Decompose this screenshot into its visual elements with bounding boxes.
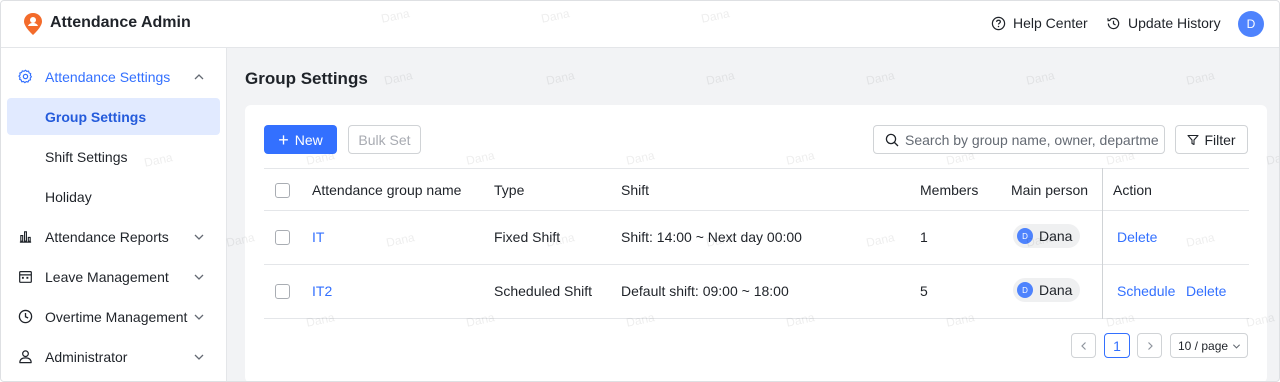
- column-header: Action: [1113, 182, 1152, 198]
- sidebar-item-label: Administrator: [45, 349, 128, 365]
- sidebar-item-label: Overtime Management: [45, 309, 188, 325]
- app-window: Attendance Admin Help Center Update Hist…: [0, 0, 1280, 382]
- location-pin-logo-icon: [24, 13, 42, 35]
- group-name-link[interactable]: IT: [312, 229, 324, 245]
- calendar-icon: [19, 271, 32, 283]
- search-box[interactable]: [873, 125, 1165, 154]
- plus-icon: +: [278, 129, 289, 150]
- watermark: Dana: [704, 68, 736, 88]
- next-page-button[interactable]: [1137, 333, 1162, 358]
- group-members: 5: [920, 283, 928, 299]
- delete-link[interactable]: Delete: [1186, 283, 1226, 299]
- page-title: Group Settings: [245, 69, 368, 88]
- app-title: Attendance Admin: [50, 14, 191, 31]
- person-name: Dana: [1039, 282, 1073, 298]
- prev-page-button[interactable]: [1071, 333, 1096, 358]
- sidebar-item-label: Holiday: [45, 189, 92, 205]
- watermark: Dana: [1024, 68, 1056, 88]
- user-avatar[interactable]: D: [1238, 11, 1264, 37]
- new-button-label: New: [294, 131, 323, 148]
- chevron-down-icon: [194, 314, 204, 320]
- main-person-tag: D Dana: [1013, 224, 1081, 248]
- row-checkbox[interactable]: [275, 230, 290, 245]
- select-all-checkbox[interactable]: [275, 183, 290, 198]
- sidebar-item-label: Attendance Settings: [45, 69, 171, 85]
- action-column-divider: [1102, 168, 1103, 319]
- sidebar-item-attendance-settings[interactable]: Attendance Settings: [7, 58, 220, 95]
- group-settings-card: + New Bulk Set Filter Attendance group n…: [245, 105, 1267, 381]
- bar-chart-icon: [19, 231, 32, 243]
- watermark: Dana: [1184, 68, 1216, 88]
- user-icon: [19, 350, 32, 364]
- chevron-down-icon: [194, 274, 204, 280]
- row-checkbox[interactable]: [275, 284, 290, 299]
- update-history-button[interactable]: Update History: [1106, 15, 1221, 31]
- sidebar-item-overtime-management[interactable]: Overtime Management: [7, 298, 220, 335]
- page-size-select[interactable]: 10 / page: [1170, 333, 1248, 358]
- help-center-label: Help Center: [1013, 15, 1088, 31]
- sidebar-item-administrator[interactable]: Administrator: [7, 338, 220, 375]
- sidebar-item-holiday[interactable]: Holiday: [7, 178, 220, 215]
- chevron-down-icon: [194, 234, 204, 240]
- sidebar-item-leave-management[interactable]: Leave Management: [7, 258, 220, 295]
- column-header: Type: [494, 182, 525, 198]
- clock-icon: [18, 309, 33, 324]
- column-header: Shift: [621, 182, 650, 198]
- watermark: Dana: [1264, 148, 1280, 168]
- column-header: Attendance group name: [312, 182, 462, 198]
- filter-label: Filter: [1204, 131, 1236, 148]
- sidebar-item-label: Leave Management: [45, 269, 169, 285]
- chevron-down-icon: [194, 354, 204, 360]
- help-center-button[interactable]: Help Center: [991, 15, 1088, 31]
- group-type: Fixed Shift: [494, 229, 561, 245]
- delete-link[interactable]: Delete: [1117, 229, 1157, 245]
- filter-button[interactable]: Filter: [1175, 125, 1248, 154]
- chevron-right-icon: [1147, 341, 1153, 350]
- watermark: Dana: [544, 68, 576, 88]
- history-icon: [1107, 17, 1120, 29]
- watermark: Dana: [864, 68, 896, 88]
- sidebar-item-group-settings[interactable]: Group Settings: [7, 98, 220, 135]
- group-type: Scheduled Shift: [494, 283, 593, 299]
- bulk-set-button[interactable]: Bulk Set: [348, 125, 421, 154]
- column-header: Members: [920, 182, 979, 198]
- gear-icon: [18, 69, 32, 84]
- chevron-down-icon: [1232, 344, 1241, 349]
- chevron-left-icon: [1080, 341, 1086, 350]
- filter-icon: [1187, 134, 1199, 145]
- page-number-button[interactable]: 1: [1104, 333, 1130, 358]
- new-button[interactable]: + New: [264, 125, 337, 154]
- sidebar-item-label: Attendance Reports: [45, 229, 169, 245]
- person-avatar: D: [1017, 282, 1033, 298]
- sidebar-item-label: Group Settings: [45, 109, 147, 125]
- column-header: Main person: [1011, 182, 1089, 198]
- person-avatar: D: [1017, 228, 1033, 244]
- sidebar-item-attendance-reports[interactable]: Attendance Reports: [7, 218, 220, 255]
- search-input[interactable]: [905, 130, 1159, 149]
- sidebar-item-shift-settings[interactable]: Shift Settings: [7, 138, 220, 175]
- search-icon: [885, 133, 899, 147]
- main-person-tag: D Dana: [1013, 278, 1081, 302]
- group-shift: Shift: 14:00 ~ Next day 00:00: [621, 229, 802, 245]
- help-circle-icon: [991, 16, 1006, 30]
- group-shift: Default shift: 09:00 ~ 18:00: [621, 283, 789, 299]
- top-header: Attendance Admin Help Center Update Hist…: [1, 1, 1279, 48]
- chevron-up-icon: [194, 74, 204, 80]
- sidebar: Attendance Settings Group Settings Shift…: [1, 48, 227, 381]
- watermark: Dana: [382, 68, 414, 88]
- group-members: 1: [920, 229, 928, 245]
- group-name-link[interactable]: IT2: [312, 283, 332, 299]
- schedule-link[interactable]: Schedule: [1117, 283, 1175, 299]
- person-name: Dana: [1039, 228, 1073, 244]
- page-size-label: 10 / page: [1178, 338, 1229, 353]
- update-history-label: Update History: [1128, 15, 1221, 31]
- sidebar-item-label: Shift Settings: [45, 149, 128, 165]
